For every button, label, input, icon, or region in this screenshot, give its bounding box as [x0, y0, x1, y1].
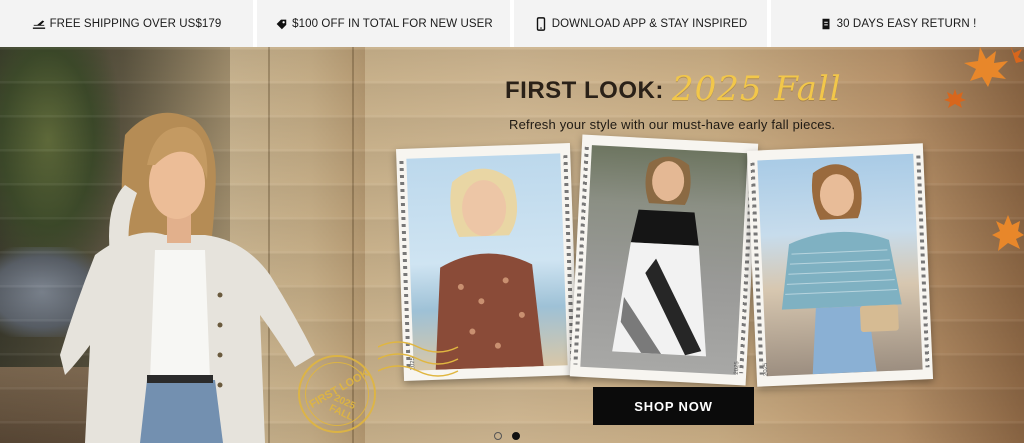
model-image	[60, 112, 315, 443]
return-icon	[822, 18, 830, 29]
promo-free-shipping[interactable]: FREE SHIPPING OVER US$179	[0, 0, 253, 47]
promo-download-app[interactable]: DOWNLOAD APP & STAY INSPIRED	[514, 0, 767, 47]
promo-bar: FREE SHIPPING OVER US$179 $100 OFF IN TO…	[0, 0, 1024, 47]
model-knit-sweater-image	[781, 164, 902, 375]
hero-headline: FIRST LOOK:	[505, 77, 664, 104]
maple-leaf-icon	[992, 215, 1024, 251]
model-dress-image	[612, 156, 707, 357]
phone-icon	[536, 16, 545, 31]
carousel-dot-2[interactable]	[512, 432, 520, 440]
promo-label: $100 OFF IN TOTAL FOR NEW USER	[292, 17, 493, 30]
hero-subheadline: Refresh your style with our must-have ea…	[509, 117, 836, 132]
film-mark: 2025	[762, 362, 770, 377]
promo-label: DOWNLOAD APP & STAY INSPIRED	[551, 17, 748, 30]
carousel-dot-1[interactable]	[494, 432, 502, 440]
product-photo-dress[interactable]: 2025	[569, 134, 759, 386]
hero-banner[interactable]: FIRST LOOK: 2025 Fall Refresh your style…	[0, 47, 1024, 443]
promo-label: 30 DAYS EASY RETURN !	[836, 17, 977, 30]
product-photo-knit-sweater[interactable]: 2025	[746, 143, 934, 387]
maple-leaf-icon	[964, 47, 1024, 87]
first-look-stamp: FIRST LOOK 2025 FALL	[298, 355, 376, 433]
film-mark: 2025	[733, 361, 741, 375]
promo-easy-return[interactable]: 30 DAYS EASY RETURN !	[771, 0, 1024, 47]
promo-label: FREE SHIPPING OVER US$179	[49, 17, 222, 30]
promo-new-user-discount[interactable]: $100 OFF IN TOTAL FOR NEW USER	[257, 0, 510, 47]
stamp-wave-lines-icon	[378, 341, 459, 377]
hero-headline-script: 2025 Fall	[672, 69, 842, 109]
airplane-icon	[32, 20, 45, 29]
carousel-pagination	[494, 432, 520, 440]
coupon-icon	[276, 19, 287, 29]
maple-leaf-icon	[944, 89, 966, 108]
shop-now-button[interactable]: SHOP NOW	[593, 387, 754, 425]
